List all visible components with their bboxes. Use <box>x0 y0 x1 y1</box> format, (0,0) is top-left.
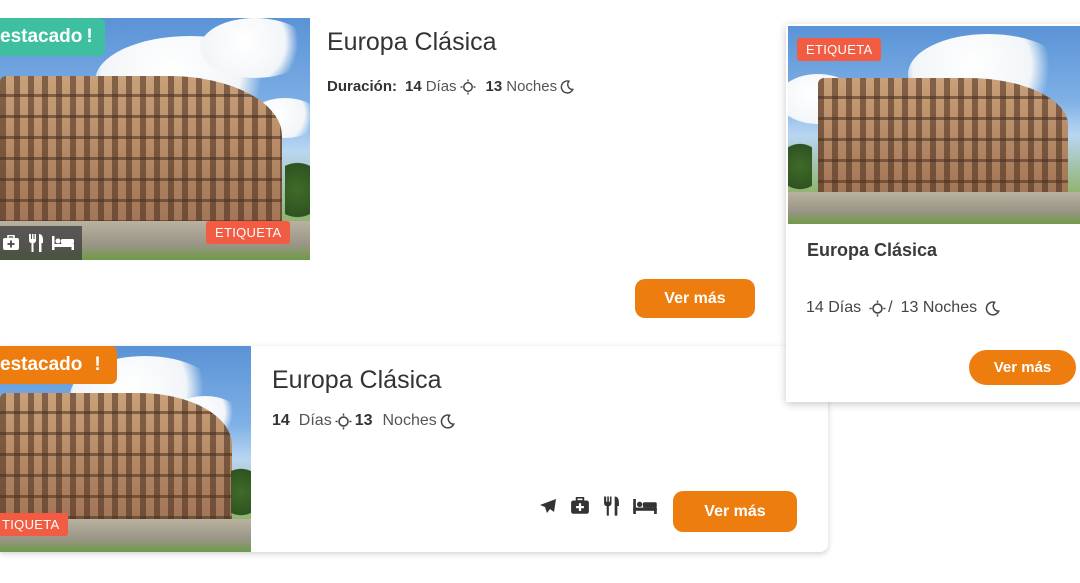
days-text: 14 Días <box>806 299 862 316</box>
sun-icon <box>335 413 352 429</box>
featured-badge: estacado ! <box>0 346 117 384</box>
days-label: Días <box>298 412 332 429</box>
moon-icon <box>560 79 574 94</box>
nights-number: 13 <box>485 78 503 95</box>
featured-label: estacado <box>0 26 83 47</box>
bed-icon <box>633 498 657 514</box>
featured-mark: ! <box>86 26 93 47</box>
tag-label: ETIQUETA <box>797 38 882 61</box>
tour-card-1: estacado ! ETIQUETA Europa Clásica Durac… <box>0 0 780 340</box>
sun-icon <box>869 300 886 316</box>
tour-card-3: ETIQUETA Europa Clásica 14 Días / 13 Noc… <box>786 24 1080 402</box>
duration-info: Duración: 14 Días 13 Noches <box>327 78 574 95</box>
nights-number: 13 <box>354 412 373 429</box>
featured-badge: estacado ! <box>0 18 105 56</box>
tour-title[interactable]: Europa Clásica <box>272 366 442 395</box>
tour-card-2-content: estacado ! TIQUETA Europa Clásica 14 Día… <box>0 346 828 552</box>
duration-info: 14 Días 13 Noches <box>272 412 455 430</box>
tour-title[interactable]: Europa Clásica <box>327 28 497 57</box>
featured-label: estacado <box>0 354 83 375</box>
utensils-icon <box>29 234 43 252</box>
plane-icon <box>540 499 556 513</box>
amenity-icons <box>539 496 657 516</box>
featured-mark: ! <box>94 354 101 375</box>
tag-label: ETIQUETA <box>206 221 291 244</box>
days-number: 14 <box>272 412 290 429</box>
amenities-overlay <box>0 226 82 260</box>
duration-label: Duración: <box>327 78 398 95</box>
duration-info: 14 Días / 13 Noches <box>806 299 1000 317</box>
medkit-icon <box>571 497 589 514</box>
medkit-icon <box>3 235 19 250</box>
nights-text: 13 Noches <box>900 299 978 316</box>
tag-label: TIQUETA <box>0 513 69 536</box>
moon-icon <box>440 413 455 429</box>
view-more-button[interactable]: Ver más <box>673 491 797 532</box>
utensils-icon <box>604 496 619 516</box>
view-more-button[interactable]: Ver más <box>969 350 1076 385</box>
view-more-button[interactable]: Ver más <box>635 279 755 318</box>
nights-label: Noches <box>382 412 437 429</box>
separator: / <box>888 299 893 316</box>
nights-label: Noches <box>506 78 558 95</box>
tour-title[interactable]: Europa Clásica <box>807 240 937 261</box>
moon-icon <box>985 300 1000 316</box>
days-number: 14 <box>405 78 422 95</box>
days-label: Días <box>425 78 457 95</box>
sun-icon <box>460 79 476 94</box>
bed-icon <box>52 236 74 250</box>
